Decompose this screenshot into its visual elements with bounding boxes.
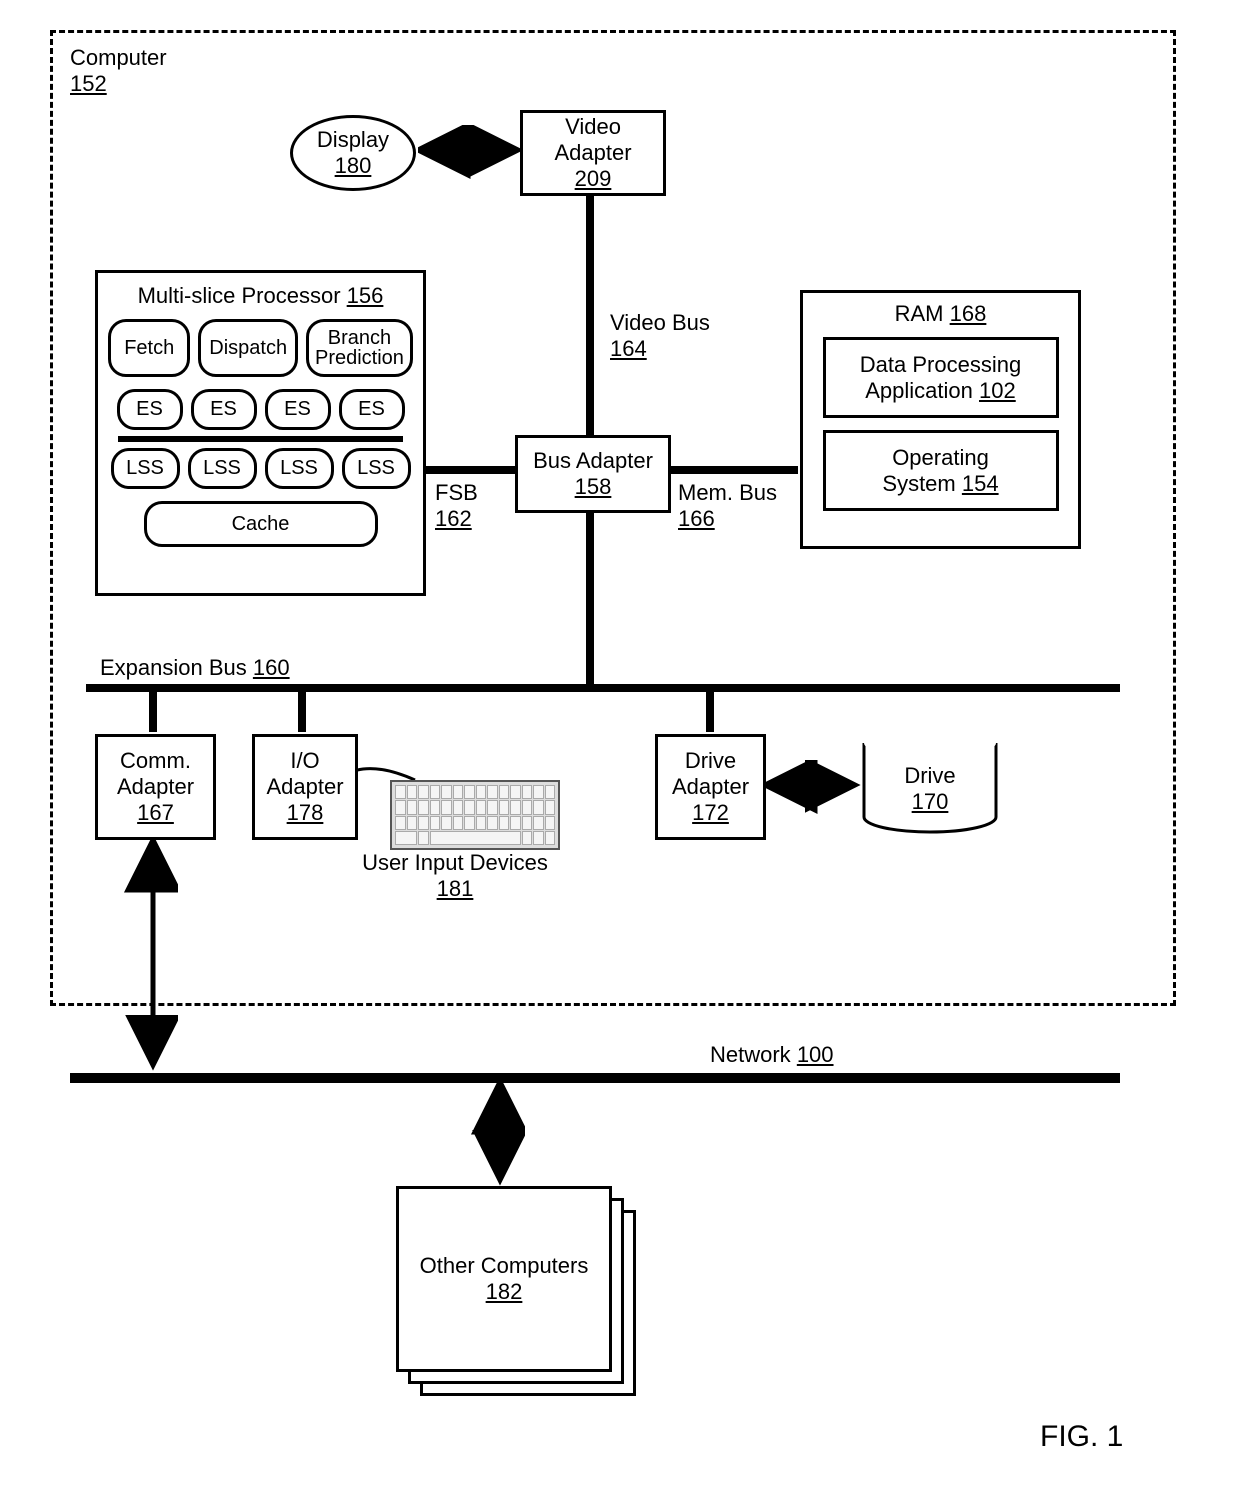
- operating-system-block: Operating System 154: [823, 430, 1059, 511]
- os-label1: Operating: [892, 445, 989, 471]
- mem-bus-label: Mem. Bus 166: [678, 480, 777, 532]
- computer-label: Computer 152: [70, 45, 167, 97]
- io-adapter-block: I/O Adapter 178: [252, 734, 358, 840]
- processor-cache-row: Cache: [108, 501, 413, 547]
- other-computers-num: 182: [486, 1279, 523, 1305]
- keyboard-icon: [390, 780, 560, 850]
- lss-pill-3: LSS: [265, 448, 334, 489]
- drive-adapter-label1: Drive: [685, 748, 736, 774]
- video-adapter-block: Video Adapter 209: [520, 110, 666, 196]
- ram-label: RAM: [895, 301, 944, 326]
- drive-adapter-num: 172: [692, 800, 729, 826]
- diagram-canvas: Computer 152 Display 180 Video Adapter 2…: [20, 20, 1220, 1465]
- other-computers-block: Other Computers 182: [396, 1186, 612, 1372]
- os-line2: System 154: [882, 471, 998, 497]
- processor-title: Multi-slice Processor 156: [108, 283, 413, 309]
- processor-block: Multi-slice Processor 156 Fetch Dispatch…: [95, 270, 426, 596]
- fsb-label: FSB 162: [435, 480, 478, 532]
- user-input-label: User Input Devices 181: [330, 850, 580, 902]
- es-pill-3: ES: [265, 389, 331, 430]
- dispatch-pill: Dispatch: [198, 319, 298, 377]
- branch-text: Branch: [328, 328, 391, 348]
- comm-adapter-block: Comm. Adapter 167: [95, 734, 216, 840]
- drive-text-wrap: Drive 170: [904, 763, 955, 815]
- display-block: Display 180: [290, 115, 416, 191]
- ram-title: RAM 168: [895, 301, 987, 327]
- drive-block: Drive 170: [860, 725, 1000, 835]
- network-text: Network: [710, 1042, 791, 1067]
- video-adapter-label2: Adapter: [554, 140, 631, 166]
- processor-row1: Fetch Dispatch Branch Prediction: [108, 319, 413, 377]
- expansion-bus-label: Expansion Bus 160: [100, 655, 290, 681]
- expansion-bus-num: 160: [253, 655, 290, 680]
- video-adapter-label1: Video: [565, 114, 621, 140]
- io-adapter-label2: Adapter: [266, 774, 343, 800]
- bus-adapter-block: Bus Adapter 158: [515, 435, 671, 513]
- drive-label: Drive: [904, 763, 955, 788]
- lss-pill-2: LSS: [188, 448, 257, 489]
- display-label: Display: [317, 127, 389, 153]
- os-label2: System: [882, 471, 955, 496]
- processor-divider: [118, 436, 403, 442]
- prediction-text: Prediction: [315, 348, 404, 368]
- fsb-num: 162: [435, 506, 472, 531]
- app-num: 102: [979, 378, 1016, 403]
- user-input-text: User Input Devices: [362, 850, 548, 875]
- display-num: 180: [335, 153, 372, 179]
- figure-label: FIG. 1: [1040, 1420, 1123, 1454]
- computer-label-text: Computer: [70, 45, 167, 70]
- io-adapter-num: 178: [287, 800, 324, 826]
- drive-adapter-block: Drive Adapter 172: [655, 734, 766, 840]
- video-bus-text: Video Bus: [610, 310, 710, 335]
- drive-adapter-label2: Adapter: [672, 774, 749, 800]
- bus-adapter-num: 158: [575, 474, 612, 500]
- es-pill-4: ES: [339, 389, 405, 430]
- fetch-pill: Fetch: [108, 319, 190, 377]
- data-processing-app-block: Data Processing Application 102: [823, 337, 1059, 418]
- mem-bus-text: Mem. Bus: [678, 480, 777, 505]
- processor-num: 156: [347, 283, 384, 308]
- bus-adapter-label: Bus Adapter: [533, 448, 653, 474]
- computer-num: 152: [70, 71, 107, 96]
- ram-num: 168: [950, 301, 987, 326]
- branch-prediction-pill: Branch Prediction: [306, 319, 413, 377]
- io-adapter-label1: I/O: [290, 748, 319, 774]
- es-pill-1: ES: [117, 389, 183, 430]
- network-label: Network 100: [710, 1042, 834, 1068]
- ram-block: RAM 168 Data Processing Application 102 …: [800, 290, 1081, 549]
- app-label1: Data Processing: [860, 352, 1021, 378]
- drive-num: 170: [912, 789, 949, 814]
- app-line2: Application 102: [865, 378, 1015, 404]
- lss-pill-1: LSS: [111, 448, 180, 489]
- cache-pill: Cache: [144, 501, 378, 547]
- other-computers-label: Other Computers: [420, 1253, 589, 1279]
- network-num: 100: [797, 1042, 834, 1067]
- app-label2: Application: [865, 378, 973, 403]
- user-input-num: 181: [437, 876, 474, 901]
- es-pill-2: ES: [191, 389, 257, 430]
- lss-pill-4: LSS: [342, 448, 411, 489]
- mem-bus-num: 166: [678, 506, 715, 531]
- processor-lss-row: LSS LSS LSS LSS: [108, 448, 413, 489]
- comm-adapter-num: 167: [137, 800, 174, 826]
- fsb-text: FSB: [435, 480, 478, 505]
- comm-adapter-label2: Adapter: [117, 774, 194, 800]
- processor-title-text: Multi-slice Processor: [138, 283, 341, 308]
- processor-es-row: ES ES ES ES: [108, 389, 413, 430]
- video-bus-num: 164: [610, 336, 647, 361]
- comm-adapter-label1: Comm.: [120, 748, 191, 774]
- expansion-bus-text: Expansion Bus: [100, 655, 247, 680]
- video-bus-label: Video Bus 164: [610, 310, 710, 362]
- os-num: 154: [962, 471, 999, 496]
- video-adapter-num: 209: [575, 166, 612, 192]
